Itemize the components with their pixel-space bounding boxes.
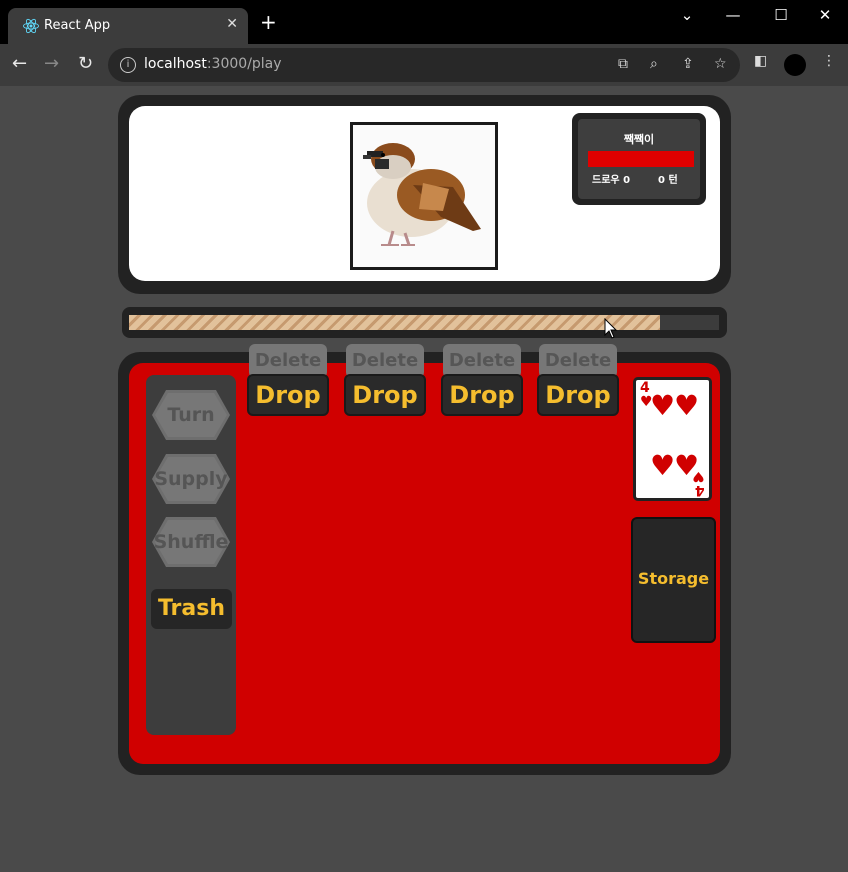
sidebar-icon[interactable]: ◧ (754, 53, 767, 69)
delete-button[interactable]: Delete (249, 344, 327, 378)
back-icon[interactable]: ← (12, 53, 27, 75)
browser-tab[interactable]: React App ✕ (8, 8, 248, 44)
info-icon[interactable]: i (120, 57, 136, 73)
react-icon (23, 18, 39, 34)
enemy-area: 짹짹이 드로우 0 0 턴 (129, 106, 720, 281)
delete-button[interactable]: Delete (539, 344, 617, 378)
timer-bar (122, 307, 727, 338)
card-rank-bottom: 4 (695, 482, 705, 498)
supply-button[interactable]: Supply (152, 454, 230, 504)
drop-button[interactable]: Drop (344, 374, 426, 416)
translate-icon[interactable]: ⧉ (618, 56, 628, 72)
url-host: localhost (144, 56, 207, 72)
storage-button[interactable]: Storage (631, 517, 716, 643)
share-icon[interactable]: ⇪ (682, 56, 694, 72)
forward-icon[interactable]: → (44, 53, 59, 75)
enemy-panel: 짹짹이 드로우 0 0 턴 (118, 95, 731, 294)
enemy-name: 짹짹이 (623, 133, 655, 146)
url-path: :3000/play (206, 56, 282, 72)
heart-pip-icon: ♥ (650, 389, 676, 422)
drop-button[interactable]: Drop (441, 374, 523, 416)
star-icon[interactable]: ☆ (714, 56, 727, 72)
tab-title: React App (44, 18, 111, 33)
address-bar: ← → ↻ i localhost:3000/play ⧉ ⌕ ⇪ ☆ ◧ ⋮ (0, 44, 848, 86)
delete-button[interactable]: Delete (346, 344, 424, 378)
browser-titlebar: React App ✕ + ⌄ — ☐ ✕ (0, 0, 848, 44)
tab-search-icon[interactable]: ⌄ (672, 6, 702, 24)
delete-button[interactable]: Delete (443, 344, 521, 378)
minimize-button[interactable]: — (718, 6, 748, 24)
mouse-cursor-icon (604, 318, 618, 339)
profile-avatar[interactable] (784, 54, 806, 76)
maximize-button[interactable]: ☐ (766, 6, 796, 24)
zoom-icon[interactable]: ⌕ (650, 56, 658, 72)
sparrow-illustration (363, 143, 481, 246)
enemy-hp-bar (588, 151, 694, 167)
playing-card[interactable]: 4 ♥ ♥ ♥ ♥ ♥ 4 ♥ (633, 377, 712, 501)
menu-icon[interactable]: ⋮ (822, 53, 836, 69)
enemy-status-card: 짹짹이 드로우 0 0 턴 (572, 113, 706, 205)
drop-button[interactable]: Drop (537, 374, 619, 416)
card-suit-icon: ♥ (692, 468, 705, 484)
turn-button[interactable]: Turn (152, 390, 230, 440)
reload-icon[interactable]: ↻ (78, 53, 93, 75)
drop-button[interactable]: Drop (247, 374, 329, 416)
url-input[interactable]: i localhost:3000/play ⧉ ⌕ ⇪ ☆ (108, 48, 740, 82)
new-tab-button[interactable]: + (260, 12, 277, 32)
timer-track (129, 315, 719, 330)
draw-count: 드로우 0 (592, 175, 631, 186)
close-window-button[interactable]: ✕ (810, 6, 840, 24)
enemy-image (350, 122, 498, 270)
tab-close-icon[interactable]: ✕ (226, 16, 238, 32)
enemy-stats: 드로우 0 0 턴 (592, 171, 678, 186)
shuffle-button[interactable]: Shuffle (152, 517, 230, 567)
heart-pip-icon: ♥ (650, 449, 676, 482)
turn-count: 0 턴 (658, 175, 678, 186)
trash-button[interactable]: Trash (151, 589, 232, 629)
timer-fill (129, 315, 660, 330)
heart-pip-icon: ♥ (674, 389, 700, 422)
